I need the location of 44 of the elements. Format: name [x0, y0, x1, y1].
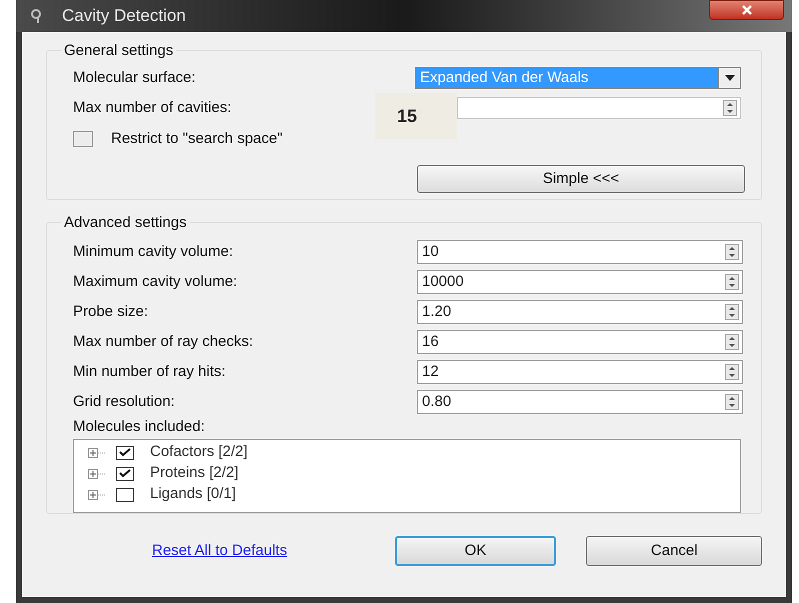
dropdown-arrow-icon [724, 75, 734, 81]
expand-icon[interactable] [88, 468, 106, 478]
field-label: Max number of cavities: [73, 98, 232, 118]
field-label: Probe size: [73, 302, 150, 322]
tree-item[interactable]: Cofactors [2/2] [150, 441, 248, 464]
app-icon [30, 8, 44, 24]
expand-icon[interactable] [88, 490, 106, 500]
number-field[interactable]: 1.20 [417, 300, 743, 324]
checkbox[interactable] [116, 466, 134, 480]
spinner-icon[interactable] [725, 244, 739, 260]
field-label: Max number of ray checks: [73, 332, 254, 352]
number-field[interactable]: 0.80 [417, 390, 743, 414]
field-label: Molecular surface: [73, 68, 197, 88]
spinner-icon[interactable] [725, 364, 739, 380]
field-label: Minimum cavity volume: [73, 242, 234, 262]
simple-button[interactable]: Simple <<< [417, 165, 745, 193]
cancel-button[interactable]: Cancel [586, 536, 762, 566]
window-title: Cavity Detection [62, 5, 186, 28]
tree-item[interactable]: Ligands [0/1] [150, 483, 236, 506]
field-label: Grid resolution: [73, 392, 176, 412]
checkbox[interactable] [73, 131, 93, 147]
spinner-icon[interactable] [725, 274, 739, 290]
field-label: Maximum cavity volume: [73, 272, 238, 292]
field-label: Molecules included: [73, 417, 206, 437]
number-field[interactable]: 16 [417, 330, 743, 354]
value-overlay: 15 [375, 93, 457, 139]
expand-icon[interactable] [88, 448, 106, 458]
tree-item[interactable]: Proteins [2/2] [150, 462, 238, 485]
number-field[interactable]: 10000 [417, 270, 743, 294]
reset-link[interactable]: Reset All to Defaults [152, 540, 363, 562]
spinner-icon[interactable] [725, 304, 739, 320]
spinner-icon[interactable] [725, 334, 739, 350]
close-button[interactable] [709, 0, 784, 20]
spinner-icon[interactable] [723, 100, 737, 116]
checkbox[interactable] [116, 488, 134, 502]
number-field[interactable]: 10 [417, 240, 743, 264]
number-field[interactable] [457, 97, 741, 119]
field-label: Min number of ray hits: [73, 362, 227, 382]
checkbox[interactable] [116, 446, 134, 460]
ok-button[interactable]: OK [394, 536, 556, 566]
spinner-icon[interactable] [725, 394, 739, 410]
number-field[interactable]: 12 [417, 360, 743, 384]
close-icon [740, 5, 752, 15]
checkbox-label: Restrict to "search space" [111, 128, 283, 149]
